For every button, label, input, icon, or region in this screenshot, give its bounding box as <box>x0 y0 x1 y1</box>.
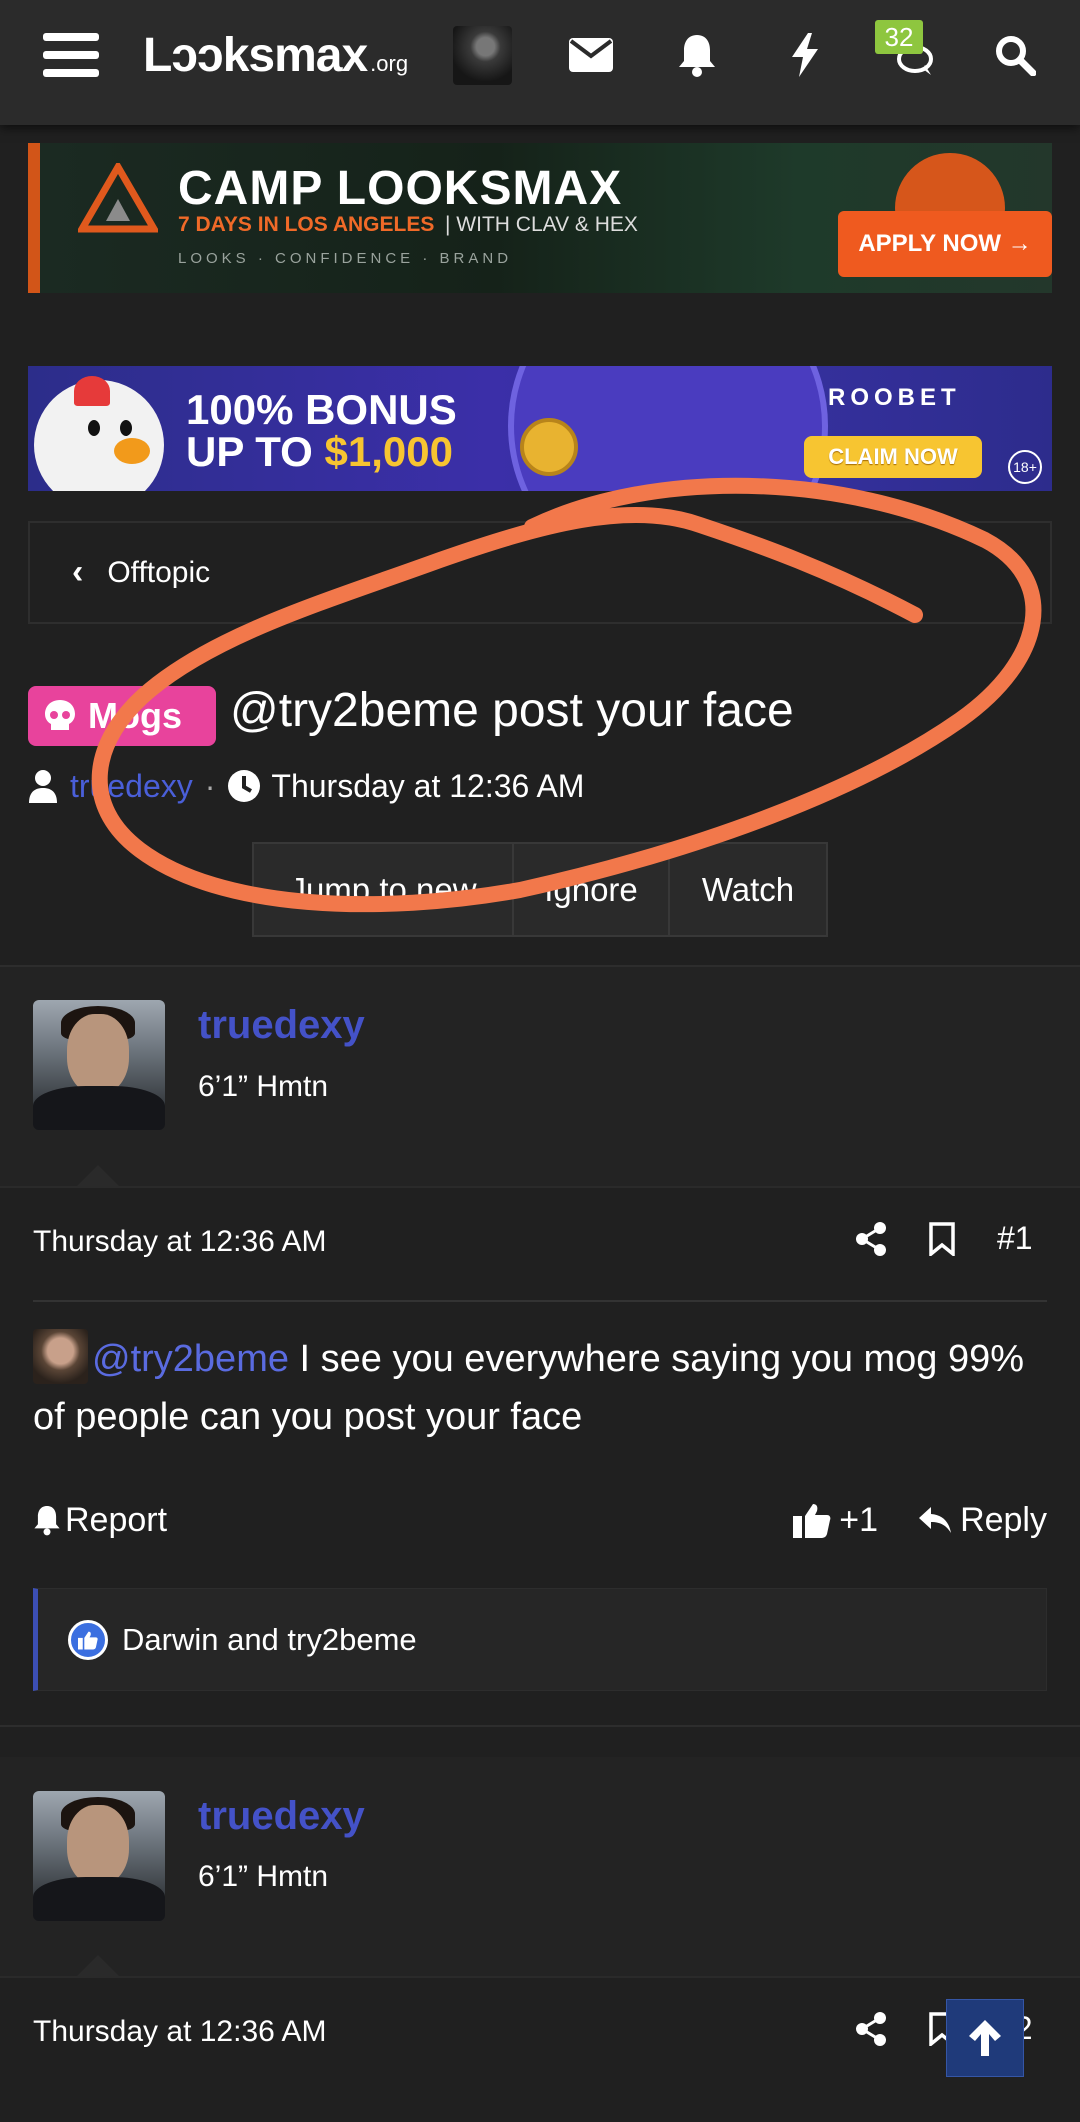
share-icon[interactable] <box>855 1221 887 1256</box>
roobet-brand: ROOBET <box>828 384 961 411</box>
site-logo[interactable]: Lɔɔksmax .org <box>143 0 443 110</box>
account-avatar[interactable] <box>453 0 512 110</box>
post-2-user-title: 6’1” Hmtn <box>198 1860 329 1893</box>
roobet-banner[interactable]: 100% BONUS UP TO $1,000 ROOBET CLAIM NOW… <box>28 366 1052 491</box>
camp-subtitle-hosts: | WITH CLAV & HEX <box>445 213 638 236</box>
top-nav: Lɔɔksmax .org 32 <box>0 0 1080 125</box>
breadcrumb[interactable]: ‹ Offtopic <box>28 521 1052 624</box>
chat-count-badge: 32 <box>875 20 923 54</box>
share-icon[interactable] <box>855 2011 887 2046</box>
reactions-list: Darwin and try2beme <box>122 1621 417 1657</box>
alerts-button[interactable] <box>662 0 732 110</box>
meta-separator: · <box>204 767 216 804</box>
camp-subtitle: 7 DAYS IN LOS ANGELES <box>178 213 435 236</box>
mention-avatar <box>33 1329 88 1385</box>
coin-icon <box>520 418 578 476</box>
thread-action-group: Jump to new Ignore Watch <box>252 842 828 937</box>
like-reaction-icon <box>68 1619 108 1660</box>
lightning-icon <box>792 33 818 77</box>
divider <box>0 1725 1080 1727</box>
bell-icon <box>34 1506 60 1536</box>
post-2-avatar[interactable] <box>33 1791 165 1921</box>
bell-icon <box>679 35 715 77</box>
thread-author-link[interactable]: truedexy <box>70 768 193 805</box>
breadcrumb-label: Offtopic <box>107 555 211 589</box>
report-button[interactable]: Report <box>33 1501 167 1540</box>
post-1-number[interactable]: #1 <box>997 1220 1033 1257</box>
reply-arrow-icon <box>919 1507 952 1533</box>
bonus-line-1: 100% BONUS <box>186 386 457 433</box>
bonus-line-2: UP TO $1,000 <box>186 428 453 475</box>
bookmark-icon[interactable] <box>929 1221 955 1256</box>
camp-triangle-logo <box>78 163 158 233</box>
thumbs-up-icon <box>793 1504 831 1538</box>
claim-now-button[interactable]: CLAIM NOW <box>804 436 982 478</box>
divider <box>33 1300 1047 1302</box>
post-1-tools: #1 <box>855 1220 1033 1257</box>
hamburger-icon <box>43 33 99 77</box>
post-1-user-title: 6’1” Hmtn <box>198 1070 329 1103</box>
inbox-button[interactable] <box>556 0 626 110</box>
menu-button[interactable] <box>38 0 104 110</box>
camp-tagline: LOOKS · CONFIDENCE · BRAND <box>178 250 513 267</box>
arrow-up-icon <box>969 2020 1001 2056</box>
post-2-username[interactable]: truedexy <box>198 1794 365 1839</box>
user-panel-pointer <box>76 1165 120 1187</box>
search-button[interactable] <box>980 0 1050 110</box>
divider <box>0 1186 1080 1188</box>
post-1-body: @try2beme I see you everywhere saying yo… <box>33 1329 1043 1446</box>
page-title: @try2beme post your face <box>230 684 794 737</box>
conversations-button[interactable] <box>875 0 945 110</box>
camp-looksmax-banner[interactable]: CAMP LOOKSMAX 7 DAYS IN LOS ANGELES | WI… <box>28 143 1052 293</box>
age-restriction-badge: 18+ <box>1008 450 1042 484</box>
divider <box>0 1976 1080 1978</box>
post-1-avatar[interactable] <box>33 1000 165 1130</box>
user-panel-pointer <box>76 1955 120 1977</box>
post-1-date[interactable]: Thursday at 12:36 AM <box>33 1225 327 1259</box>
like-button[interactable]: +1 <box>793 1501 878 1540</box>
chevron-left-icon: ‹ <box>72 553 84 591</box>
watch-button[interactable]: Watch <box>670 842 828 937</box>
apply-now-button[interactable]: APPLY NOW → <box>838 211 1052 277</box>
skull-icon <box>45 700 75 730</box>
avatar <box>453 25 512 85</box>
clock-icon <box>228 770 261 802</box>
thread-prefix-badge[interactable]: Mogs <box>28 686 216 746</box>
ignore-button[interactable]: Ignore <box>514 842 670 937</box>
user-icon <box>29 770 57 803</box>
whats-new-button[interactable] <box>770 0 840 110</box>
chicken-mascot <box>34 376 164 491</box>
search-icon <box>996 36 1036 76</box>
user-mention-link[interactable]: @try2beme <box>92 1338 289 1380</box>
reply-button[interactable]: Reply <box>918 1501 1047 1540</box>
envelope-icon <box>569 38 613 72</box>
post-1-actions: Report +1 Reply <box>33 1490 1047 1550</box>
post-2-date[interactable]: Thursday at 12:36 AM <box>33 2015 327 2049</box>
reactions-bar[interactable]: Darwin and try2beme <box>33 1588 1047 1691</box>
post-1-username[interactable]: truedexy <box>198 1003 365 1048</box>
scroll-to-top-button[interactable] <box>946 1999 1024 2077</box>
thread-meta: truedexy · Thursday at 12:36 AM <box>28 766 584 806</box>
thread-date: Thursday at 12:36 AM <box>271 767 585 804</box>
jump-to-new-button[interactable]: Jump to new <box>252 842 514 937</box>
camp-title: CAMP LOOKSMAX <box>178 162 623 215</box>
